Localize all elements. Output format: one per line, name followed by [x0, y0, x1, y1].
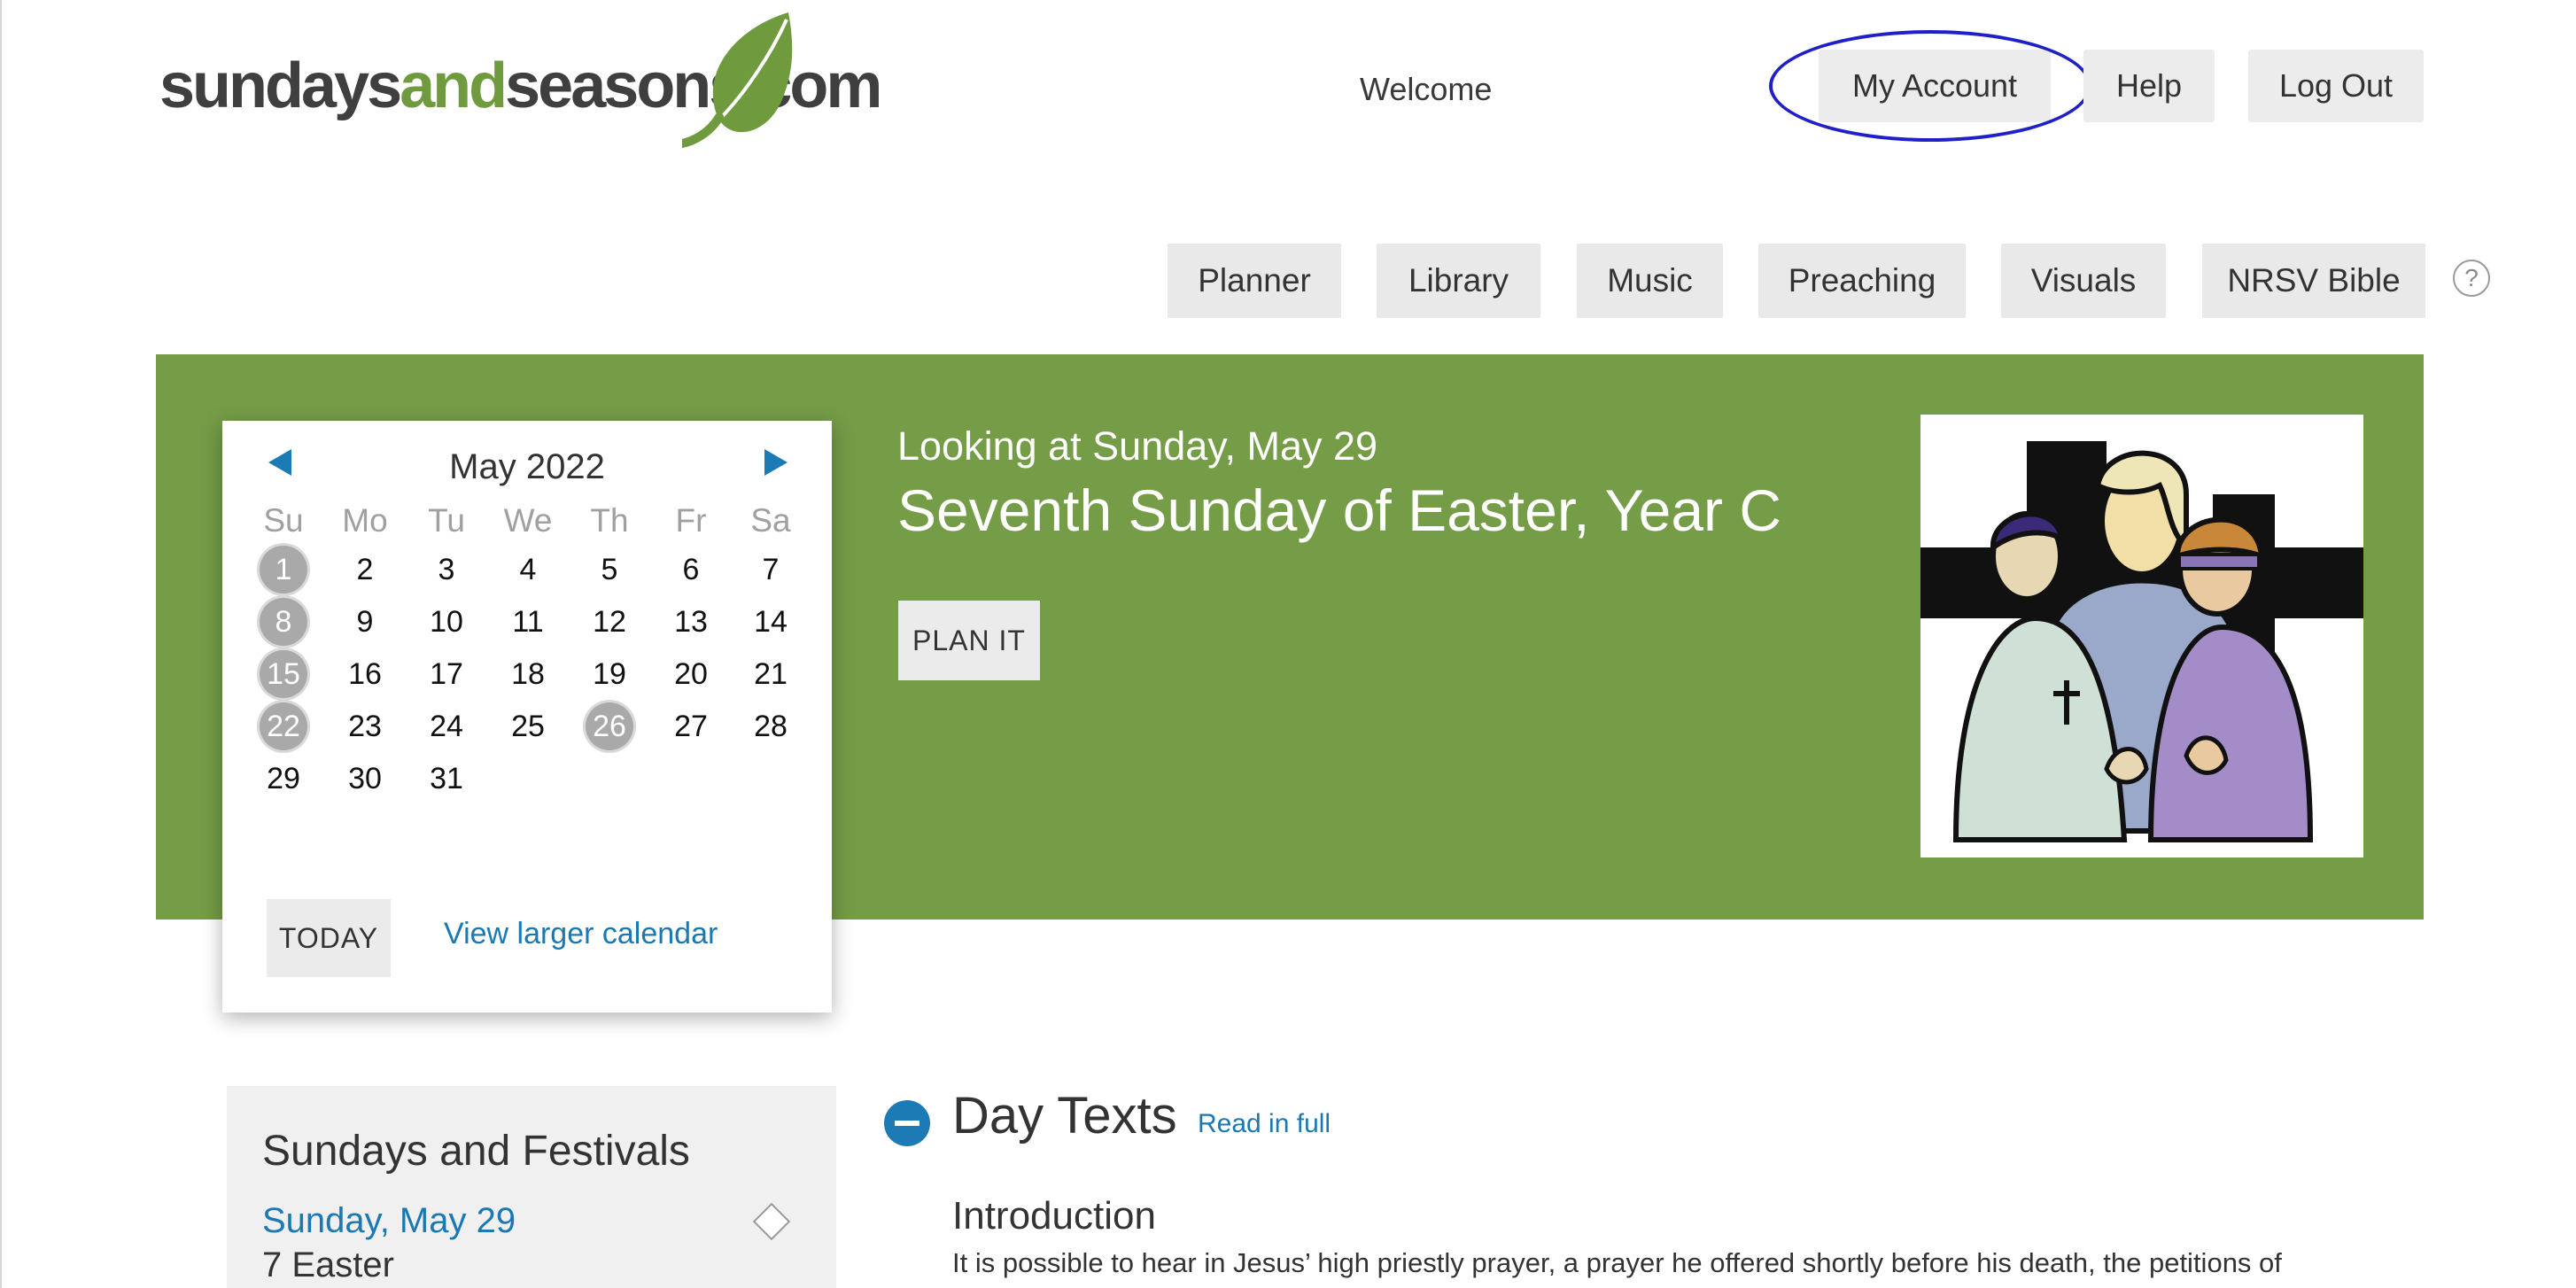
mini-calendar: May 2022 Su Mo Tu We Th Fr Sa 1 2 3 4 5 6 7 8 9 10 11 12 1…	[222, 421, 832, 1013]
nav-preaching[interactable]: Preaching	[1758, 244, 1966, 318]
calendar-day[interactable]: 16	[341, 650, 389, 698]
log-out-button[interactable]: Log Out	[2248, 50, 2424, 122]
weekday-label: Mo	[342, 502, 388, 539]
calendar-day[interactable]: 25	[504, 702, 552, 750]
calendar-day[interactable]: 10	[423, 598, 470, 646]
introduction-heading: Introduction	[952, 1194, 1156, 1238]
weekday-label: Su	[263, 502, 304, 539]
calendar-day[interactable]: 22	[260, 702, 307, 750]
calendar-day[interactable]: 12	[586, 598, 633, 646]
calendar-day[interactable]: 26	[586, 702, 633, 750]
site-logo[interactable]: sundaysandseasons.com	[159, 11, 882, 152]
nav-planner[interactable]: Planner	[1168, 244, 1341, 318]
read-in-full-link[interactable]: Read in full	[1198, 1109, 1331, 1139]
calendar-day[interactable]: 14	[747, 598, 795, 646]
calendar-day[interactable]: 28	[747, 702, 795, 750]
nav-music[interactable]: Music	[1577, 244, 1723, 318]
nav-visuals[interactable]: Visuals	[2001, 244, 2166, 318]
today-button[interactable]: TODAY	[267, 899, 391, 977]
help-question-icon[interactable]: ?	[2453, 260, 2490, 297]
my-account-button[interactable]: My Account	[1819, 50, 2051, 122]
plan-it-button[interactable]: PLAN IT	[898, 601, 1040, 680]
day-texts-heading: Day Texts	[952, 1087, 1177, 1144]
nav-nrsv-bible[interactable]: NRSV Bible	[2202, 244, 2425, 318]
weekday-label: Fr	[675, 502, 707, 539]
calendar-day[interactable]: 29	[260, 755, 307, 803]
calendar-day[interactable]: 18	[504, 650, 552, 698]
calendar-month-label: May 2022	[449, 447, 605, 486]
logo-text-and: and	[400, 50, 508, 121]
calendar-day[interactable]: 2	[341, 546, 389, 594]
calendar-day[interactable]: 31	[423, 755, 470, 803]
calendar-day[interactable]: 24	[423, 702, 470, 750]
view-larger-calendar-link[interactable]: View larger calendar	[444, 917, 718, 951]
logo-text-sundays: sundays	[159, 50, 402, 121]
sunday-date-link[interactable]: Sunday, May 29	[262, 1201, 516, 1241]
collapse-minus-icon[interactable]	[884, 1100, 930, 1146]
weekday-label: Tu	[428, 502, 465, 539]
praying-figures-illustration	[1920, 415, 2363, 857]
sunday-subtitle: 7 Easter	[262, 1245, 394, 1284]
calendar-day[interactable]: 8	[260, 598, 307, 646]
seasonal-artwork	[1920, 415, 2363, 857]
looking-at-date: Looking at Sunday, May 29	[897, 423, 1378, 469]
calendar-day[interactable]: 19	[586, 650, 633, 698]
calendar-day[interactable]: 5	[586, 546, 633, 594]
introduction-text: It is possible to hear in Jesus’ high pr…	[952, 1247, 2282, 1278]
occasion-title: Seventh Sunday of Easter, Year C	[897, 477, 1782, 543]
calendar-day[interactable]: 4	[504, 546, 552, 594]
calendar-day[interactable]: 23	[341, 702, 389, 750]
calendar-day[interactable]: 17	[423, 650, 470, 698]
weekday-label: Th	[590, 502, 629, 539]
calendar-day[interactable]: 11	[504, 598, 552, 646]
calendar-day[interactable]: 27	[667, 702, 715, 750]
weekday-label: Sa	[750, 502, 791, 539]
calendar-day[interactable]: 9	[341, 598, 389, 646]
calendar-day[interactable]: 13	[667, 598, 715, 646]
panel-title: Sundays and Festivals	[262, 1128, 690, 1175]
diamond-icon[interactable]	[752, 1202, 791, 1241]
calendar-day[interactable]: 7	[747, 546, 795, 594]
calendar-day[interactable]: 21	[747, 650, 795, 698]
calendar-day[interactable]: 20	[667, 650, 715, 698]
nav-library[interactable]: Library	[1377, 244, 1540, 318]
page-left-border	[0, 0, 2, 1288]
help-button[interactable]: Help	[2083, 50, 2215, 122]
leaf-icon	[682, 12, 793, 148]
weekday-label: We	[503, 502, 553, 539]
calendar-day[interactable]: 15	[260, 650, 307, 698]
welcome-text: Welcome	[1360, 71, 1493, 107]
calendar-day[interactable]: 30	[341, 755, 389, 803]
triangle-right-icon[interactable]	[764, 449, 788, 476]
calendar-day[interactable]: 6	[667, 546, 715, 594]
calendar-day[interactable]: 3	[423, 546, 470, 594]
calendar-day[interactable]: 1	[260, 546, 307, 594]
sundays-festivals-panel: Sundays and Festivals Sunday, May 29 7 E…	[227, 1086, 836, 1288]
